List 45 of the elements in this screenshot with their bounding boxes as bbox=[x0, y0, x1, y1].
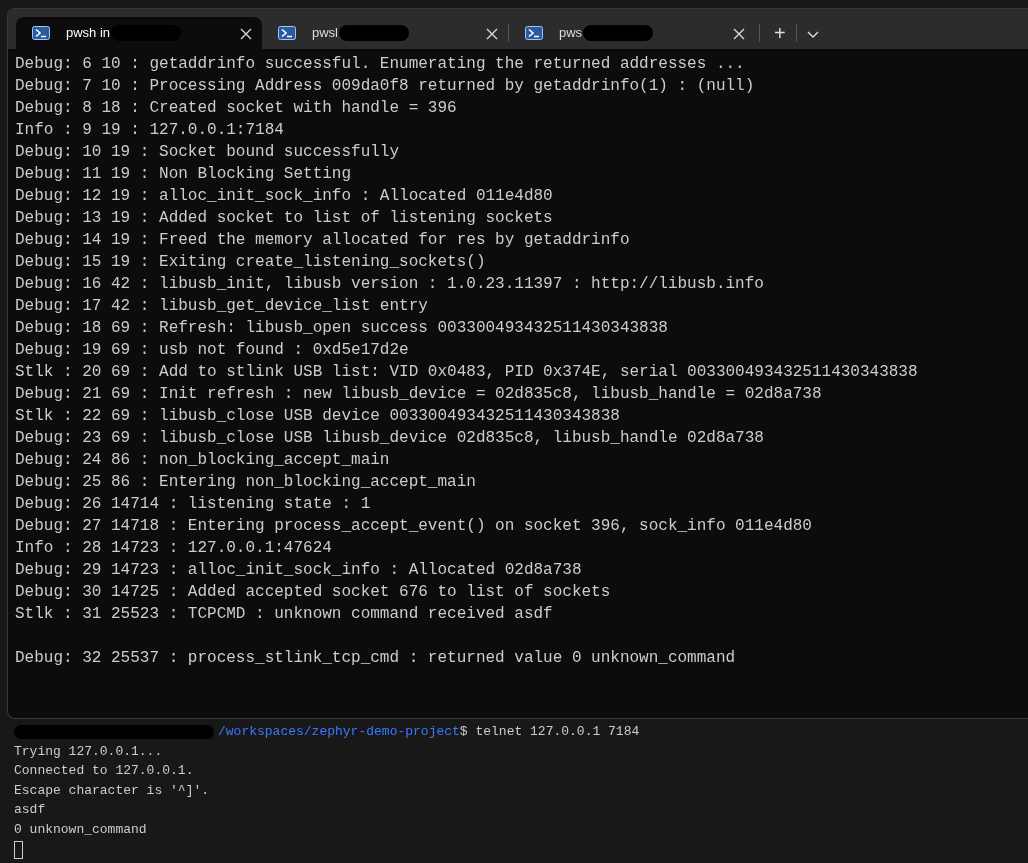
log-line: Debug: 18 69 : Refresh: libusb_open success 003300493432511430343838 bbox=[15, 318, 669, 339]
powershell-icon bbox=[525, 26, 543, 40]
log-line: Debug: 10 19 : Socket bound successfully bbox=[15, 142, 401, 163]
output-line: 0 unknown_command bbox=[14, 820, 148, 839]
redaction-mark bbox=[583, 25, 654, 41]
log-line: Stlk : 20 69 : Add to stlink USB list: VID 0x0483, PID 0x374E, serial 003300493432511430343838 bbox=[15, 362, 919, 383]
terminal-tab[interactable]: pwsh in bbox=[16, 17, 262, 49]
log-line: Debug: 17 42 : libusb_get_device_list entry bbox=[15, 296, 429, 317]
terminal-tab[interactable]: pws bbox=[509, 17, 755, 49]
new-tab-button[interactable]: + bbox=[764, 23, 796, 43]
output-line: asdf bbox=[14, 801, 47, 819]
log-line: Debug: 7 10 : Processing Address 009da0f8 returned by getaddrinfo(1) : (null) bbox=[15, 76, 756, 97]
log-line: Debug: 32 25537 : process_stlink_tcp_cmd : returned value 0 unknown_command bbox=[15, 648, 737, 669]
prompt-path: /workspaces/zephyr-demo-project bbox=[218, 723, 460, 741]
log-line: Stlk : 31 25523 : TCPCMD : unknown command received asdf bbox=[15, 604, 554, 625]
cursor bbox=[14, 841, 23, 859]
log-line: Debug: 8 18 : Created socket with handle = 396 bbox=[15, 98, 458, 119]
output-line: Trying 127.0.0.1... bbox=[14, 742, 164, 761]
log-line: Debug: 29 14723 : alloc_init_sock_info : Allocated 02d8a738 bbox=[15, 560, 583, 581]
output-line: Escape character is '^]'. bbox=[14, 781, 211, 800]
prompt-command: $ telnet 127.0.0.1 7184 bbox=[459, 723, 640, 741]
log-line: Debug: 24 86 : non_blocking_accept_main bbox=[15, 450, 391, 471]
log-line: Debug: 12 19 : alloc_init_sock_info : Allocated 011e4d80 bbox=[15, 186, 554, 207]
log-line: Debug: 27 14718 : Entering process_accept_event() on socket 396, sock_info 011e4d80 bbox=[15, 516, 813, 537]
terminal-tab[interactable]: pwsl bbox=[262, 17, 508, 49]
log-line: Stlk : 22 69 : libusb_close USB device 003300493432511430343838 bbox=[15, 406, 621, 427]
powershell-icon bbox=[32, 26, 50, 40]
redaction-mark bbox=[339, 25, 409, 41]
log-line: Info : 28 14723 : 127.0.0.1:47624 bbox=[15, 538, 333, 559]
log-line: Debug: 23 69 : libusb_close USB libusb_device 02d835c8, libusb_handle 02d8a738 bbox=[15, 428, 765, 449]
log-line: Debug: 16 42 : libusb_init, libusb version : 1.0.23.11397 : http://libusb.info bbox=[15, 274, 765, 295]
log-line: Info : 9 19 : 127.0.0.1:7184 bbox=[15, 120, 285, 141]
log-line: Debug: 11 19 : Non Blocking Setting bbox=[15, 164, 353, 185]
log-line: Debug: 15 19 : Exiting create_listening_sockets() bbox=[15, 252, 487, 273]
log-line: Debug: 6 10 : getaddrinfo successful. Enumerating the returned addresses ... bbox=[15, 54, 746, 75]
log-line: Debug: 19 69 : usb not found : 0xd5e17d2e bbox=[15, 340, 410, 361]
powershell-icon bbox=[278, 26, 296, 40]
log-line: Debug: 13 19 : Added socket to list of listening sockets bbox=[15, 208, 554, 229]
chevron-down-icon bbox=[806, 30, 819, 39]
log-line: Debug: 25 86 : Entering non_blocking_accept_main bbox=[15, 472, 477, 493]
log-line: Debug: 26 14714 : listening state : 1 bbox=[15, 494, 372, 515]
log-line: Debug: 14 19 : Freed the memory allocated for res by getaddrinfo bbox=[15, 230, 631, 251]
log-line: Debug: 21 69 : Init refresh : new libusb_device = 02d835c8, libusb_handle = 02d8a738 bbox=[15, 384, 823, 405]
log-line: Debug: 30 14725 : Added accepted socket 676 to list of sockets bbox=[15, 582, 612, 603]
output-line: Connected to 127.0.0.1. bbox=[14, 762, 195, 780]
